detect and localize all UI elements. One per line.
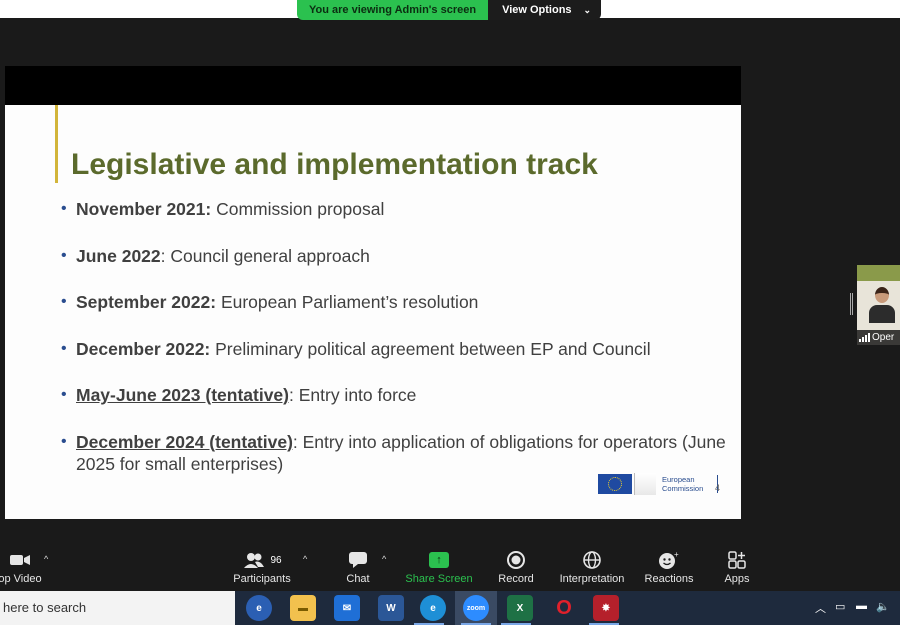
berlaymont-building-icon [634,473,656,495]
thumbnail-background [857,265,900,281]
share-screen-button[interactable]: ↑ Share Screen [404,549,474,585]
bullet-key: September 2022: [76,292,217,312]
participants-label: Participants [233,573,291,585]
logo-text-line2: Commission [662,484,704,493]
view-options-label: View Options [502,4,572,16]
share-arrow-icon: ↑ [429,552,449,568]
participant-name-bar: Oper [857,330,900,345]
thumbnail-drag-handle[interactable] [850,293,853,315]
bullet-text: : Entry into force [289,385,417,405]
slide-title: Legislative and implementation track [71,148,598,181]
interpretation-button[interactable]: Interpretation [555,549,629,585]
eu-flag-icon [598,474,632,494]
zoom-icon[interactable]: zoom [463,595,489,621]
participant-avatar [869,287,895,327]
smiley-plus-icon: + [658,549,680,571]
participants-options-caret[interactable]: ^ [303,554,307,564]
presentation-slide: Legislative and implementation track Nov… [5,105,741,519]
video-options-caret[interactable]: ^ [44,554,48,564]
network-icon[interactable]: ▭ [835,600,845,613]
file-explorer-icon[interactable]: ▬ [290,595,316,621]
chat-label: Chat [346,573,370,585]
stop-video-label: op Video [0,573,42,585]
windows-taskbar: here to search e ▬ ✉ W e zoom X O ✸ ︿ ▭ … [0,591,900,625]
bullet-item: May-June 2023 (tentative): Entry into fo… [61,384,731,406]
shared-screen: Legislative and implementation track Nov… [5,66,741,519]
bullet-key: December 2024 (tentative) [76,431,293,452]
chat-options-caret[interactable]: ^ [382,554,386,564]
chat-button[interactable]: Chat [343,549,373,585]
bullet-item: December 2024 (tentative): Entry into ap… [61,431,731,475]
bullet-item: June 2022: Council general approach [61,245,731,267]
bullet-text: Preliminary political agreement between … [210,338,651,359]
bullet-key: June 2022 [76,245,161,266]
bullet-text: European Parliament’s resolution [216,292,479,312]
bullet-text: : Council general approach [160,245,370,266]
bullet-key: December 2022: [76,338,211,359]
taskbar-search-box[interactable]: here to search [0,591,235,625]
word-icon[interactable]: W [378,595,404,621]
volume-icon[interactable]: 🔈 [876,600,890,613]
bullet-item: November 2021: Commission proposal [61,198,731,220]
logo-text: European Commission [662,475,703,493]
stop-video-button[interactable]: op Video [0,549,42,585]
tray-chevron-up-icon[interactable]: ︿ [815,600,826,616]
mail-icon[interactable]: ✉ [334,595,360,621]
apps-button[interactable]: Apps [722,549,752,585]
record-label: Record [498,573,534,585]
bullet-key: November 2021: [76,199,212,219]
signal-strength-icon [859,333,870,342]
bullet-text: Commission proposal [211,199,385,219]
battery-icon[interactable]: ▬ [856,600,867,612]
interpretation-label: Interpretation [559,573,625,585]
edge-icon[interactable]: e [420,595,446,621]
svg-text:+: + [674,550,679,559]
excel-icon[interactable]: X [507,595,533,621]
record-button[interactable]: Record [496,549,536,585]
game-icon[interactable]: ✸ [593,595,619,621]
bullet-item: December 2022: Preliminary political agr… [61,338,731,360]
participants-button[interactable]: 96 Participants [232,549,292,585]
bullet-item: September 2022: European Parliament’s re… [61,291,731,313]
participant-name: Oper [872,332,895,343]
screen-share-banner: You are viewing Admin's screen View Opti… [297,0,602,20]
reactions-button[interactable]: + Reactions [643,549,695,585]
globe-icon [582,549,602,571]
chat-bubble-icon [348,549,368,571]
video-camera-icon [9,549,31,571]
share-screen-label: Share Screen [405,573,473,585]
participants-count: 96 [270,554,282,566]
apps-icon [728,549,746,571]
reactions-label: Reactions [644,573,694,585]
participant-video-thumbnail[interactable]: Oper [857,265,900,345]
opera-icon[interactable]: O [551,595,577,621]
participants-icon [244,553,265,568]
edge-legacy-icon[interactable]: e [246,595,272,621]
logo-text-line1: European [662,475,695,484]
slide-page-number: 4 [715,483,721,493]
european-commission-logo: European Commission [598,473,719,495]
meeting-toolbar: op Video ^ 96 Participants ^ Chat ^ ↑ Sh… [0,545,900,591]
viewing-indicator: You are viewing Admin's screen [297,0,489,20]
record-icon [506,549,526,571]
chevron-down-icon: ⌄ [583,5,592,15]
view-options-button[interactable]: View Options ⌄ [488,0,602,20]
bullet-list: November 2021: Commission proposal June … [61,198,731,499]
title-accent-bar [55,105,58,183]
bullet-key: May-June 2023 (tentative) [76,385,289,405]
apps-label: Apps [724,573,750,585]
